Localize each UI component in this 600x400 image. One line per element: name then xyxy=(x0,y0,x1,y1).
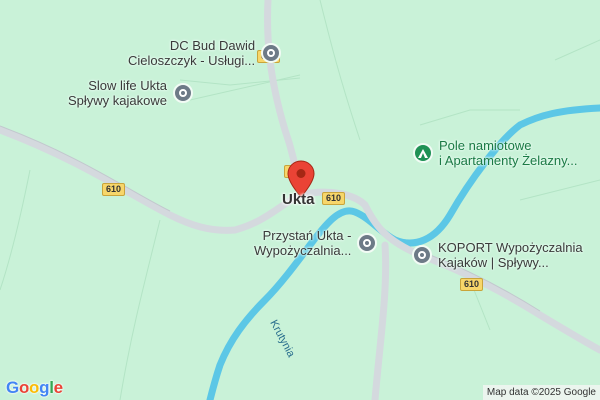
logo-letter: o xyxy=(18,378,30,397)
poi-pole-namiotowe[interactable]: Pole namiotowe i Apartamenty Żelazny... xyxy=(413,138,578,168)
generic-pin-icon[interactable] xyxy=(412,245,432,265)
poi-label: Pole namiotowe i Apartamenty Żelazny... xyxy=(439,138,578,168)
poi-label-line2: Wypożyczalnia... xyxy=(254,243,352,258)
poi-label-line2: Cieloszczyk - Usługi... xyxy=(128,53,256,68)
poi-label-line1: Slow life Ukta xyxy=(88,78,167,93)
town-label: Ukta xyxy=(282,191,315,208)
poi-label-line1: KOPORT Wypożyczalnia xyxy=(438,240,583,255)
poi-label: KOPORT Wypożyczalnia Kajaków | Spływy... xyxy=(438,240,583,270)
road-shield-610-center: 610 xyxy=(322,192,346,205)
poi-label: Przystań Ukta - Wypożyczalnia... xyxy=(254,228,351,258)
poi-slow-life-ukta[interactable]: Slow life Ukta Spływy kajakowe xyxy=(68,78,193,108)
road-609 xyxy=(264,0,302,184)
road-south xyxy=(371,241,390,400)
road-610-east xyxy=(361,201,600,354)
poi-dc-bud-dawid[interactable]: DC Bud Dawid Cieloszczyk - Usługi... xyxy=(128,38,282,68)
road-shield-610-east: 610 xyxy=(460,278,484,291)
poi-label-line1: Przystań Ukta - xyxy=(262,228,352,243)
poi-label-line2: i Apartamenty Żelazny... xyxy=(439,153,578,168)
generic-pin-icon[interactable] xyxy=(261,43,282,63)
map-canvas[interactable]: 609 610 610 610 DC Bud Dawid Cieloszczyk… xyxy=(0,0,600,400)
poi-label-line2: Spływy kajakowe xyxy=(68,93,167,108)
poi-przystan-ukta[interactable]: Przystań Ukta - Wypożyczalnia... xyxy=(254,228,378,258)
google-logo[interactable]: Google xyxy=(6,378,63,398)
generic-pin-icon[interactable] xyxy=(357,233,378,253)
generic-pin-icon[interactable] xyxy=(173,83,193,103)
road-shield-610-west: 610 xyxy=(102,183,126,196)
poi-label: Slow life Ukta Spływy kajakowe xyxy=(68,78,167,108)
poi-label-line1: Pole namiotowe xyxy=(439,138,532,153)
poi-label-line1: DC Bud Dawid xyxy=(169,38,256,53)
logo-letter: o xyxy=(29,378,40,397)
logo-letter: G xyxy=(6,378,19,397)
logo-letter: g xyxy=(39,378,50,397)
poi-koport[interactable]: KOPORT Wypożyczalnia Kajaków | Spływy... xyxy=(412,240,583,270)
campground-icon[interactable] xyxy=(413,143,433,163)
logo-letter: e xyxy=(53,378,63,397)
poi-label: DC Bud Dawid Cieloszczyk - Usługi... xyxy=(128,38,255,68)
poi-label-line2: Kajaków | Spływy... xyxy=(438,255,549,270)
map-attribution[interactable]: Map data ©2025 Google xyxy=(482,385,600,400)
